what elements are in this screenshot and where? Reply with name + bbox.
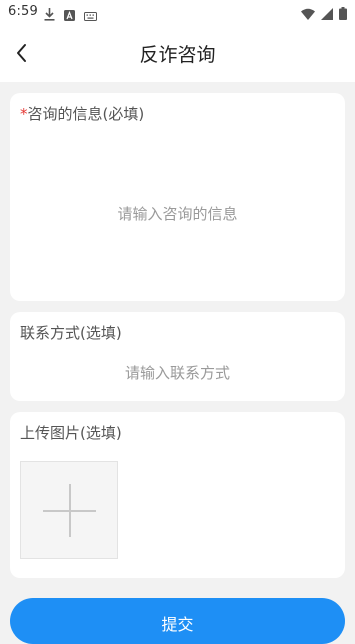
wifi-icon [301, 5, 315, 24]
app-header: 反诈咨询 [0, 24, 355, 82]
info-textarea[interactable] [20, 203, 335, 293]
info-card: *咨询的信息(必填) [10, 93, 345, 301]
keyboard-icon [84, 6, 97, 25]
images-card: 上传图片(选填) [10, 412, 345, 578]
contact-label: 联系方式(选填) [20, 324, 122, 342]
download-icon [44, 6, 55, 25]
page-title: 反诈咨询 [139, 44, 216, 66]
status-system-icons [301, 5, 347, 24]
status-time: 6:59 [8, 4, 38, 19]
images-label: 上传图片(选填) [20, 424, 122, 442]
text-a-icon [64, 6, 75, 25]
required-mark: * [20, 105, 28, 123]
info-label: *咨询的信息(必填) [20, 103, 144, 124]
add-image-button[interactable] [20, 461, 118, 559]
contact-card: 联系方式(选填) [10, 312, 345, 401]
contact-input[interactable] [20, 362, 335, 384]
submit-button[interactable]: 提交 [10, 598, 345, 644]
status-notification-icons [44, 6, 97, 25]
plus-icon-vertical [69, 484, 71, 537]
submit-label: 提交 [161, 615, 194, 634]
signal-icon [321, 5, 333, 24]
status-bar: 6:59 [0, 0, 355, 24]
info-label-text: 咨询的信息(必填) [27, 105, 145, 123]
battery-icon [339, 5, 347, 24]
